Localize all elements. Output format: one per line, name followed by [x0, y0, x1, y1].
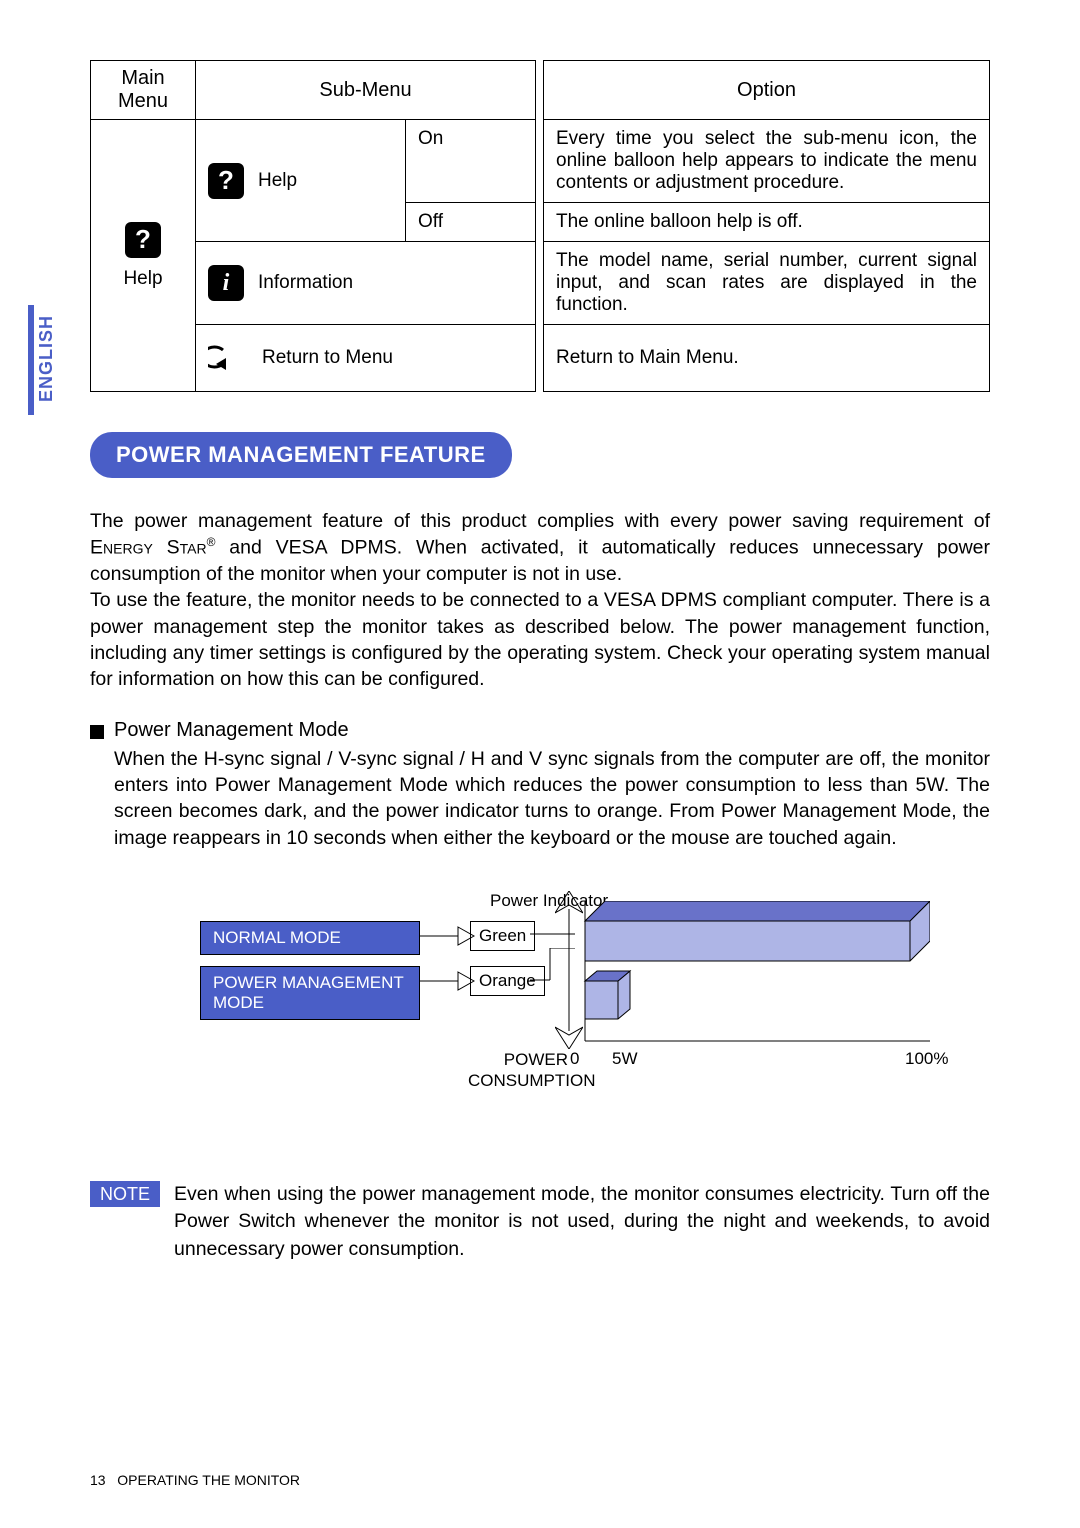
sub-cell-help: ? Help [196, 120, 406, 242]
y-axis-line [568, 909, 570, 1031]
arrow-icon [420, 966, 475, 996]
sub-help-label: Help [258, 170, 297, 192]
note-badge: NOTE [90, 1181, 160, 1207]
th-sub: Sub-Menu [196, 61, 536, 120]
footer-section-title: OPERATING THE MONITOR [117, 1472, 300, 1488]
th-main: Main Menu [91, 61, 196, 120]
power-consumption-label: POWER CONSUMPTION [468, 1049, 568, 1092]
th-option: Option [544, 61, 990, 120]
note-block: NOTE Even when using the power managemen… [90, 1181, 990, 1263]
bullet-heading: Power Management Mode [90, 719, 990, 742]
tick-100: 100% [905, 1049, 948, 1069]
bullet-body: When the H-sync signal / V-sync signal /… [114, 746, 990, 851]
pm-mode-box: POWER MANAGEMENT MODE [200, 966, 420, 1020]
menu-table: Main Menu Sub-Menu Option ? Help ? Help … [90, 60, 990, 392]
cell-return-desc: Return to Main Menu. [544, 325, 990, 392]
green-box: Green [470, 921, 535, 951]
bullet-title: Power Management Mode [114, 719, 349, 742]
cell-off: Off [406, 203, 536, 242]
note-text: Even when using the power management mod… [174, 1181, 990, 1263]
footer-page-number: 13 [90, 1472, 106, 1488]
paragraph-1: The power management feature of this pro… [90, 508, 990, 587]
help-icon: ? [208, 163, 244, 199]
return-icon [208, 343, 248, 373]
sub-return-label: Return to Menu [262, 347, 393, 369]
section-title-pill: POWER MANAGEMENT FEATURE [90, 432, 512, 478]
cell-on: On [406, 120, 536, 203]
main-cell-help: ? Help [91, 120, 196, 392]
tick-0: 0 [570, 1049, 579, 1069]
bar-chart [580, 901, 930, 1041]
paragraph-2: To use the feature, the monitor needs to… [90, 587, 990, 692]
tick-5w: 5W [612, 1049, 638, 1069]
help-icon: ? [125, 222, 161, 258]
normal-mode-box: NORMAL MODE [200, 921, 420, 955]
power-diagram: Power Indicator NORMAL MODE POWER MANAGE… [150, 891, 990, 1141]
square-bullet-icon [90, 725, 104, 739]
sub-cell-info: i Information [196, 242, 536, 325]
sub-cell-return: Return to Menu [196, 325, 536, 392]
page-footer: 13 OPERATING THE MONITOR [90, 1472, 300, 1488]
info-icon: i [208, 265, 244, 301]
cell-off-desc: The online balloon help is off. [544, 203, 990, 242]
sub-info-label: Information [258, 272, 353, 294]
arrow-icon [420, 921, 475, 951]
cell-info-desc: The model name, serial number, current s… [544, 242, 990, 325]
main-help-label: Help [123, 268, 162, 290]
cell-on-desc: Every time you select the sub-menu icon,… [544, 120, 990, 203]
